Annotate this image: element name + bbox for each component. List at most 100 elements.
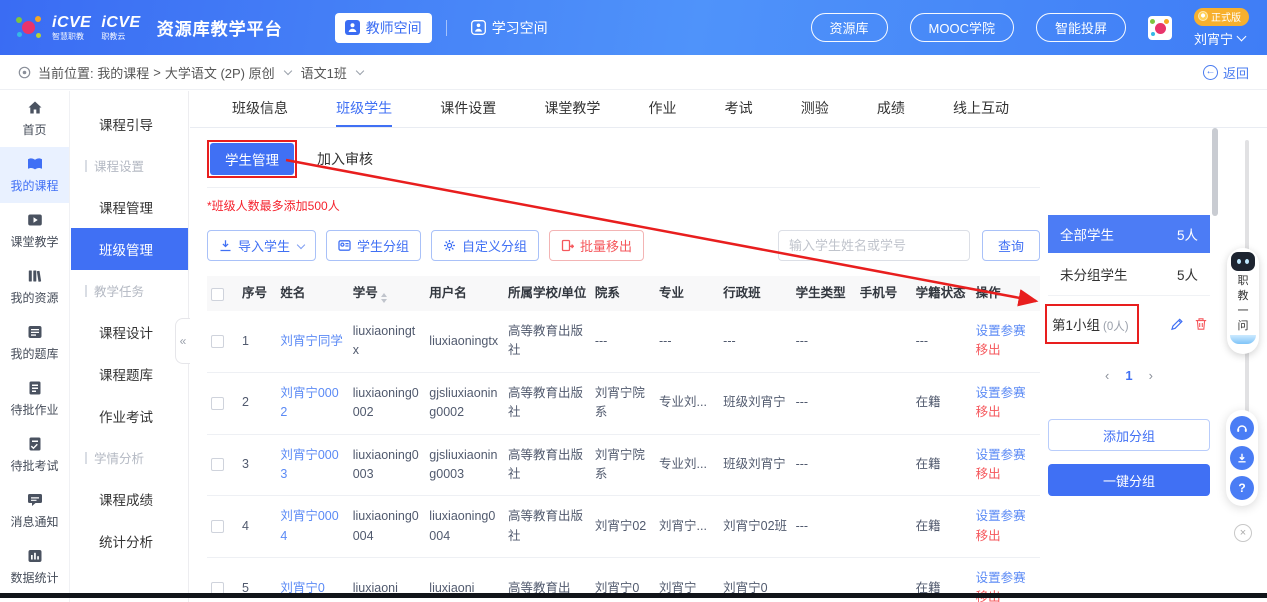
mooc-college-button[interactable]: MOOC学院 — [910, 13, 1014, 42]
tab-grades[interactable]: 成绩 — [877, 91, 905, 127]
edit-icon[interactable] — [1170, 317, 1184, 331]
row-checkbox[interactable] — [211, 397, 224, 410]
import-students-button[interactable]: 导入学生 — [207, 230, 316, 261]
table-cell: liuxiaoningtx — [425, 311, 504, 372]
teacher-space-button[interactable]: 教师空间 — [335, 13, 432, 43]
table-cell: --- — [591, 311, 655, 372]
top-header: iCVE智慧职教 iCVE职教云 资源库教学平台 教师空间 学习空间 资源库 M… — [0, 0, 1267, 55]
student-space-button[interactable]: 学习空间 — [461, 13, 558, 43]
sort-icon[interactable] — [381, 293, 387, 303]
remove-link[interactable]: 移出 — [976, 405, 1001, 419]
custom-grouping-button[interactable]: 自定义分组 — [431, 230, 539, 261]
resource-library-button[interactable]: 资源库 — [811, 13, 888, 42]
help-question-icon[interactable]: ? — [1230, 476, 1254, 500]
brand-area: iCVE智慧职教 iCVE职教云 资源库教学平台 — [16, 15, 283, 41]
set-contest-link[interactable]: 设置参赛 — [976, 571, 1026, 585]
submenu-item-course-management[interactable]: 课程管理 — [71, 186, 188, 228]
sidebar-item-pending-homework[interactable]: 待批作业 — [0, 371, 69, 427]
home-icon — [26, 99, 44, 117]
one-click-group-button[interactable]: 一键分组 — [1048, 464, 1210, 496]
page-number[interactable]: 1 — [1125, 368, 1132, 383]
row-checkbox[interactable] — [211, 335, 224, 348]
location-pin-icon — [18, 66, 31, 79]
close-floating-toolbar-icon[interactable]: × — [1234, 524, 1252, 542]
tab-courseware-settings[interactable]: 课件设置 — [440, 91, 496, 127]
query-button[interactable]: 查询 — [982, 230, 1040, 261]
table-cell: gjsliuxiaoning0003 — [425, 434, 504, 496]
table-cell: 刘宵宁同学 — [276, 311, 348, 372]
table-cell — [207, 496, 238, 558]
set-contest-link[interactable]: 设置参赛 — [976, 324, 1026, 338]
sidebar-item-my-courses[interactable]: 我的课程 — [0, 147, 69, 203]
download-cloud-icon[interactable] — [1230, 446, 1254, 470]
submenu-item-course-grades[interactable]: 课程成绩 — [71, 478, 188, 520]
trash-icon[interactable] — [1194, 317, 1208, 331]
app-shortcut-icon[interactable] — [1148, 16, 1172, 40]
tab-exam[interactable]: 考试 — [725, 91, 753, 127]
student-name-link[interactable]: 刘宵宁同学 — [280, 334, 343, 348]
tab-classroom-teaching[interactable]: 课堂教学 — [544, 91, 600, 127]
submenu-item-class-management[interactable]: 班级管理 — [71, 228, 188, 270]
ungrouped-students-row[interactable]: 未分组学生5人 — [1048, 253, 1210, 296]
user-menu[interactable]: 刘宵宁 — [1194, 29, 1245, 48]
next-page-button[interactable]: › — [1149, 368, 1153, 383]
batch-remove-button[interactable]: 批量移出 — [549, 230, 644, 261]
set-contest-link[interactable]: 设置参赛 — [976, 448, 1026, 462]
table-cell: 设置参赛移出 — [972, 311, 1040, 372]
assistant-widget[interactable]: 职教一问 — [1227, 248, 1259, 354]
remove-link[interactable]: 移出 — [976, 343, 1001, 357]
sidebar-item-my-resources[interactable]: 我的资源 — [0, 259, 69, 315]
tab-class-students[interactable]: 班级学生 — [336, 91, 392, 127]
all-students-row[interactable]: 全部学生5人 — [1048, 215, 1210, 253]
tab-class-info[interactable]: 班级信息 — [232, 91, 288, 127]
group-row[interactable]: 第1小组 (0人) — [1048, 296, 1210, 352]
subtab-join-audit[interactable]: 加入审核 — [317, 149, 373, 169]
submenu-item-course-question-bank[interactable]: 课程题库 — [71, 353, 188, 395]
sidebar-item-pending-exams[interactable]: 待批考试 — [0, 427, 69, 483]
student-grouping-button[interactable]: 学生分组 — [326, 230, 421, 261]
table-cell: 高等教育出版社 — [504, 434, 591, 496]
app-window: iCVE智慧职教 iCVE职教云 资源库教学平台 教师空间 学习空间 资源库 M… — [0, 0, 1267, 602]
question-bank-icon — [26, 323, 44, 341]
sidebar-item-notifications[interactable]: 消息通知 — [0, 483, 69, 539]
breadcrumb-separator: > — [153, 65, 161, 80]
student-name-link[interactable]: 刘宵宁0003 — [280, 448, 338, 481]
student-search-input[interactable] — [778, 230, 970, 261]
tab-homework[interactable]: 作业 — [649, 91, 677, 127]
breadcrumb-course-select[interactable]: 大学语文 (2P) 原创 — [165, 63, 275, 82]
sidebar-item-my-question-bank[interactable]: 我的题库 — [0, 315, 69, 371]
student-table: 序号 姓名 学号 用户名 所属学校/单位 院系 专业 行政班 学生类型 手机号 … — [207, 276, 1040, 602]
student-name-link[interactable]: 刘宵宁0004 — [280, 509, 338, 542]
sidebar-item-data-statistics[interactable]: 数据统计 — [0, 539, 69, 595]
col-student-id[interactable]: 学号 — [349, 276, 426, 311]
platform-title: 资源库教学平台 — [157, 15, 283, 40]
submenu-item-course-design[interactable]: 课程设计 — [71, 311, 188, 353]
row-checkbox[interactable] — [211, 520, 224, 533]
sidebar-collapse-handle[interactable]: « — [175, 318, 190, 364]
smart-cast-button[interactable]: 智能投屏 — [1036, 13, 1126, 42]
tab-online-interaction[interactable]: 线上互动 — [953, 91, 1009, 127]
back-button[interactable]: ← 返回 — [1203, 63, 1249, 82]
student-name-link[interactable]: 刘宵宁0002 — [280, 386, 338, 419]
support-headset-icon[interactable] — [1230, 416, 1254, 440]
submenu-item-statistics-analysis[interactable]: 统计分析 — [71, 520, 188, 562]
primary-sidebar: 首页 我的课程 课堂教学 我的资源 我的题库 待批作业 待批考试 消息通知 — [0, 91, 70, 602]
remove-link[interactable]: 移出 — [976, 529, 1001, 543]
sidebar-item-classroom-teaching[interactable]: 课堂教学 — [0, 203, 69, 259]
subtab-student-management[interactable]: 学生管理 — [210, 143, 294, 175]
sidebar-item-home[interactable]: 首页 — [0, 91, 69, 147]
select-all-checkbox[interactable] — [211, 288, 224, 301]
nav-divider — [446, 20, 447, 36]
set-contest-link[interactable]: 设置参赛 — [976, 386, 1026, 400]
add-group-button[interactable]: 添加分组 — [1048, 419, 1210, 451]
col-admin-class: 行政班 — [719, 276, 791, 311]
set-contest-link[interactable]: 设置参赛 — [976, 509, 1026, 523]
row-checkbox[interactable] — [211, 458, 224, 471]
submenu-item-homework-exam[interactable]: 作业考试 — [71, 395, 188, 437]
remove-link[interactable]: 移出 — [976, 467, 1001, 481]
submenu-item-course-guide[interactable]: 课程引导 — [71, 103, 188, 145]
breadcrumb-class-select[interactable]: 语文1班 — [301, 63, 347, 82]
main-scrollbar-thumb[interactable] — [1212, 128, 1218, 216]
tab-quiz[interactable]: 测验 — [801, 91, 829, 127]
prev-page-button[interactable]: ‹ — [1105, 368, 1109, 383]
